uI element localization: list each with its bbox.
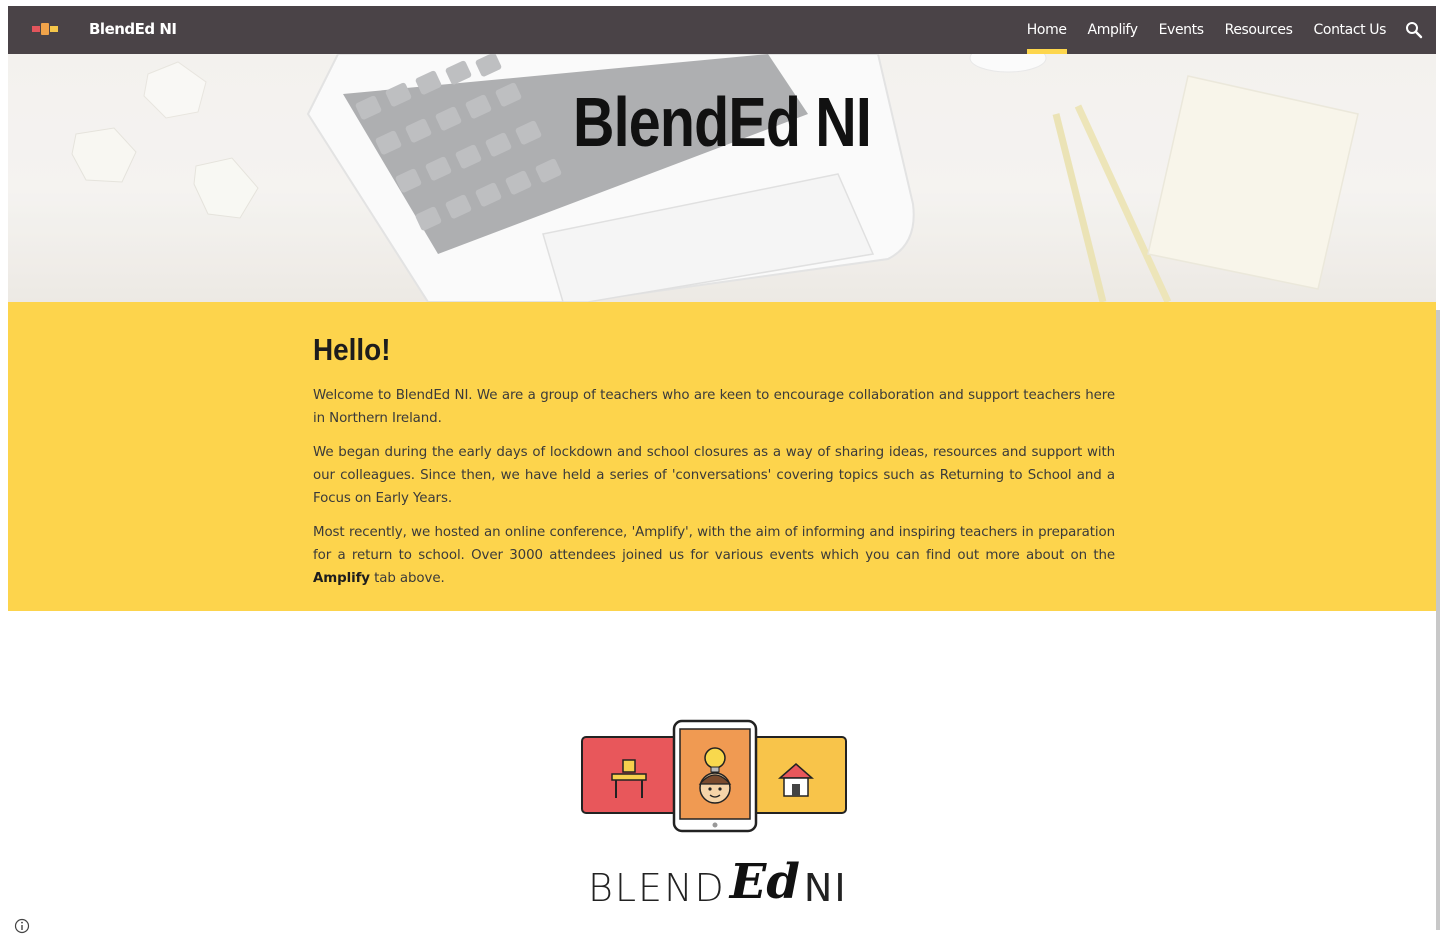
nav-home[interactable]: Home [1026,6,1067,54]
page: BlendEd NI Home Amplify Events Resources… [8,6,1436,934]
logo-word-blend: BLEND [588,866,726,910]
intro-section: Hello! Welcome to BlendEd NI. We are a g… [8,302,1436,611]
intro-content: Hello! Welcome to BlendEd NI. We are a g… [313,332,1115,601]
intro-paragraph-1: Welcome to BlendEd NI. We are a group of… [313,388,1115,426]
intro-heading: Hello! [313,332,391,367]
site-title[interactable]: BlendEd NI [89,20,177,38]
hero-title: BlendEd NI [573,83,872,161]
search-icon [1406,22,1423,39]
logo-word-ed: Ed [729,854,800,910]
scrollbar[interactable] [1436,310,1440,930]
top-navigation-bar: BlendEd NI Home Amplify Events Resources… [8,6,1436,54]
nav-events[interactable]: Events [1159,6,1204,54]
info-icon[interactable] [14,918,30,934]
intro-paragraph-2: We began during the early days of lockdo… [313,445,1115,506]
blended-ni-logo: BLEND Ed NI [576,718,856,914]
intro-paragraph-3-text: Most recently, we hosted an online confe… [313,525,1115,563]
intro-paragraph-3-end: tab above. [369,571,445,586]
search-button[interactable] [1392,6,1436,54]
nav-amplify[interactable]: Amplify [1088,6,1138,54]
intro-paragraph-3: Most recently, we hosted an online confe… [313,521,1115,590]
nav-contact-us[interactable]: Contact Us [1314,6,1387,54]
logo-wordmark: BLEND Ed NI [588,850,858,910]
site-logo-icon[interactable] [32,23,58,35]
amplify-emphasis: Amplify [313,571,370,586]
nav-resources[interactable]: Resources [1225,6,1293,54]
main-nav: Home Amplify Events Resources Contact Us [1026,6,1436,54]
hero-banner: BlendEd NI [8,54,1436,302]
logo-word-ni: NI [803,866,848,910]
